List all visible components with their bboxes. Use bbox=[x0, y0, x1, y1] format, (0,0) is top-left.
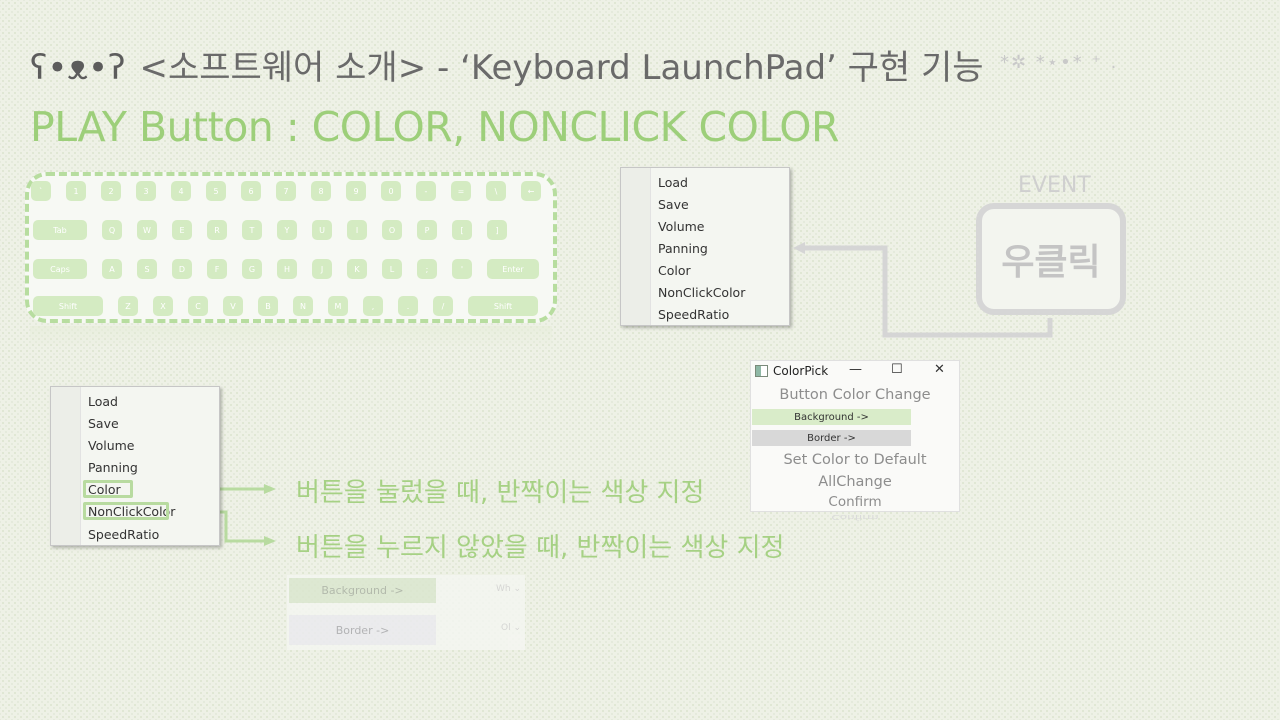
menu-item-volume[interactable]: Volume bbox=[88, 438, 135, 453]
ghost-select-border[interactable]: Ol ⌄ bbox=[501, 623, 521, 633]
ghost-background-button[interactable]: Background -> bbox=[289, 578, 436, 603]
event-connector-arrowhead bbox=[793, 242, 805, 254]
nonclick-description: 버튼을 누르지 않았을 때, 반짝이는 색상 지정 bbox=[296, 533, 785, 563]
nonclickcolor-highlight-box bbox=[83, 502, 169, 520]
color-arrowhead bbox=[264, 484, 276, 494]
allchange-link[interactable]: AllChange bbox=[751, 474, 959, 490]
color-description: 버튼을 눌렀을 때, 반짝이는 색상 지정 bbox=[296, 478, 705, 508]
border-button[interactable]: Border -> bbox=[752, 430, 911, 446]
maximize-icon[interactable]: ☐ bbox=[891, 362, 903, 377]
nonclick-arrowhead bbox=[264, 536, 276, 546]
background-button[interactable]: Background -> bbox=[752, 409, 911, 425]
confirm-button[interactable]: Confirm bbox=[751, 494, 959, 510]
dialog-titlebar: ColorPick — ☐ ✕ bbox=[751, 361, 959, 383]
menu-item-load[interactable]: Load bbox=[88, 394, 118, 409]
ghost-color-panel: Background -> Wh ⌄ Border -> Ol ⌄ bbox=[287, 575, 525, 650]
confirm-reflection: Confirm bbox=[831, 513, 879, 522]
close-icon[interactable]: ✕ bbox=[934, 362, 945, 377]
dialog-heading: Button Color Change bbox=[779, 387, 931, 403]
menu-gutter bbox=[51, 387, 81, 545]
menu-item-save[interactable]: Save bbox=[88, 416, 119, 431]
context-menu-bottom: Load Save Volume Panning Color NonClickC… bbox=[50, 386, 220, 546]
ghost-border-button[interactable]: Border -> bbox=[289, 615, 436, 645]
connector-arrows bbox=[133, 242, 1053, 546]
ghost-select-background[interactable]: Wh ⌄ bbox=[496, 584, 521, 594]
event-connector-line bbox=[800, 245, 1053, 338]
color-highlight-box bbox=[83, 480, 133, 498]
minimize-icon[interactable]: — bbox=[849, 362, 862, 377]
menu-item-speedratio[interactable]: SpeedRatio bbox=[88, 527, 159, 542]
colorpick-app-icon bbox=[755, 365, 768, 377]
set-default-link[interactable]: Set Color to Default bbox=[751, 452, 959, 468]
dialog-title: ColorPick bbox=[773, 364, 829, 378]
menu-item-panning[interactable]: Panning bbox=[88, 460, 138, 475]
colorpick-dialog: ColorPick — ☐ ✕ Button Color Change Back… bbox=[750, 360, 960, 512]
